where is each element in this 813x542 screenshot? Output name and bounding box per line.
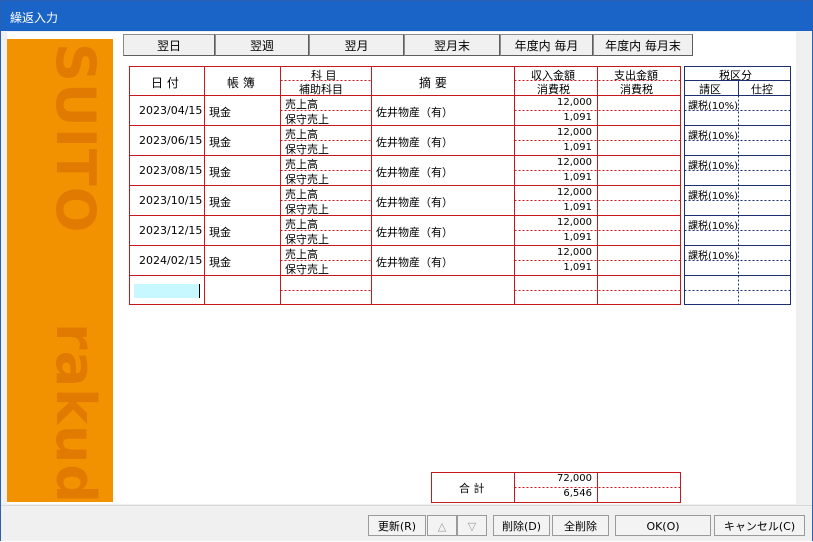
row-income: 12,000 bbox=[557, 217, 592, 228]
row-subaccount: 保守売上 bbox=[285, 203, 329, 216]
row-date: 2024/02/15 bbox=[139, 254, 203, 267]
row-tax: 課税(10%) bbox=[688, 221, 739, 232]
row-tax: 課税(10%) bbox=[688, 101, 739, 112]
row-tax: 課税(10%) bbox=[688, 131, 739, 142]
row-ledger: 現金 bbox=[209, 196, 231, 209]
header-subaccount: 補助科目 bbox=[299, 83, 343, 96]
header-income-tax: 消費税 bbox=[537, 83, 570, 96]
text-cursor bbox=[199, 284, 200, 298]
row-subaccount: 保守売上 bbox=[285, 143, 329, 156]
row-income-tax: 1,091 bbox=[563, 142, 592, 153]
row-date: 2023/06/15 bbox=[139, 134, 203, 147]
row-summary: 佐井物産（有） bbox=[376, 226, 453, 239]
header-expense-tax: 消費税 bbox=[620, 83, 653, 96]
move-down-button[interactable]: ▽ bbox=[457, 515, 487, 536]
header-date: 日 付 bbox=[151, 76, 179, 90]
totals-label: 合 計 bbox=[459, 482, 485, 495]
row-income: 12,000 bbox=[557, 127, 592, 138]
row-income-tax: 1,091 bbox=[563, 262, 592, 273]
ok-button[interactable]: OK(O) bbox=[615, 515, 711, 536]
row-date: 2023/12/15 bbox=[139, 224, 203, 237]
cancel-button[interactable]: キャンセル(C) bbox=[714, 515, 805, 536]
footer-bar: 更新(R) △ ▽ 削除(D) 全削除 OK(O) キャンセル(C) bbox=[1, 505, 812, 541]
move-up-button[interactable]: △ bbox=[427, 515, 457, 536]
header-ledger: 帳 簿 bbox=[227, 76, 255, 90]
row-ledger: 現金 bbox=[209, 226, 231, 239]
new-date-input[interactable] bbox=[134, 284, 199, 298]
header-tax-sales: 請区 bbox=[699, 83, 721, 96]
row-date: 2023/10/15 bbox=[139, 194, 203, 207]
row-account: 売上高 bbox=[285, 158, 318, 171]
row-ledger: 現金 bbox=[209, 166, 231, 179]
row-account: 売上高 bbox=[285, 218, 318, 231]
row-ledger: 現金 bbox=[209, 136, 231, 149]
totals-income: 72,000 bbox=[557, 473, 592, 484]
row-date: 2023/04/15 bbox=[139, 104, 203, 117]
header-summary: 摘 要 bbox=[419, 76, 447, 90]
row-summary: 佐井物産（有） bbox=[376, 136, 453, 149]
row-account: 売上高 bbox=[285, 98, 318, 111]
row-account: 売上高 bbox=[285, 188, 318, 201]
row-income-tax: 1,091 bbox=[563, 112, 592, 123]
row-account: 売上高 bbox=[285, 248, 318, 261]
row-tax: 課税(10%) bbox=[688, 161, 739, 172]
row-ledger: 現金 bbox=[209, 256, 231, 269]
row-income: 12,000 bbox=[557, 187, 592, 198]
update-button[interactable]: 更新(R) bbox=[368, 515, 426, 536]
totals-income-tax: 6,546 bbox=[563, 488, 592, 499]
row-summary: 佐井物産（有） bbox=[376, 196, 453, 209]
entry-grid bbox=[129, 66, 791, 503]
delete-button[interactable]: 削除(D) bbox=[493, 515, 550, 536]
row-subaccount: 保守売上 bbox=[285, 233, 329, 246]
row-date: 2023/08/15 bbox=[139, 164, 203, 177]
row-income: 12,000 bbox=[557, 247, 592, 258]
row-summary: 佐井物産（有） bbox=[376, 166, 453, 179]
row-income-tax: 1,091 bbox=[563, 202, 592, 213]
row-account: 売上高 bbox=[285, 128, 318, 141]
row-subaccount: 保守売上 bbox=[285, 263, 329, 276]
header-tax-category: 税区分 bbox=[719, 69, 752, 82]
header-tax-purchase: 仕控 bbox=[751, 83, 773, 96]
row-tax: 課税(10%) bbox=[688, 251, 739, 262]
row-ledger: 現金 bbox=[209, 106, 231, 119]
row-subaccount: 保守売上 bbox=[285, 113, 329, 126]
row-income-tax: 1,091 bbox=[563, 172, 592, 183]
row-income-tax: 1,091 bbox=[563, 232, 592, 243]
row-subaccount: 保守売上 bbox=[285, 173, 329, 186]
delete-all-button[interactable]: 全削除 bbox=[552, 515, 609, 536]
row-income: 12,000 bbox=[557, 97, 592, 108]
repeat-input-window: 繰返入力 SUITO rakuda 翌日 翌週 翌月 翌月末 年度内 毎月 年度… bbox=[0, 0, 813, 541]
row-tax: 課税(10%) bbox=[688, 191, 739, 202]
row-summary: 佐井物産（有） bbox=[376, 256, 453, 269]
row-summary: 佐井物産（有） bbox=[376, 106, 453, 119]
row-income: 12,000 bbox=[557, 157, 592, 168]
